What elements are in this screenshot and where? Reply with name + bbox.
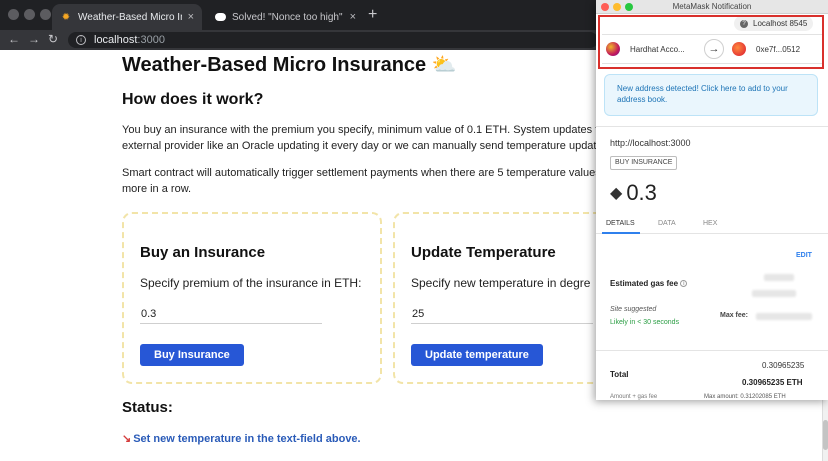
premium-label: Specify premium of the insurance in ETH: bbox=[140, 276, 362, 290]
tab-nonce-article[interactable]: Solved! "Nonce too high" erro × bbox=[206, 4, 364, 30]
medium-icon bbox=[214, 11, 226, 23]
redacted-value bbox=[756, 313, 812, 320]
minimize-window-button[interactable] bbox=[24, 9, 35, 20]
close-window-button[interactable] bbox=[601, 3, 609, 11]
tab-data[interactable]: DATA bbox=[658, 220, 676, 227]
back-icon[interactable]: ← bbox=[8, 32, 20, 46]
likely-time-label: Likely in < 30 seconds bbox=[610, 319, 680, 326]
divider bbox=[596, 350, 828, 351]
temperature-label: Specify new temperature in degre bbox=[411, 276, 591, 290]
address-bar[interactable]: i localhost:3000 bbox=[68, 32, 598, 48]
site-origin: http://localhost:3000 bbox=[610, 138, 691, 148]
close-tab-icon[interactable]: × bbox=[188, 11, 194, 23]
gas-fee-label-text: Estimated gas fee bbox=[610, 279, 679, 288]
edit-gas-link[interactable]: EDIT bbox=[796, 252, 812, 259]
buy-insurance-button[interactable]: Buy Insurance bbox=[140, 344, 244, 366]
forward-icon[interactable]: → bbox=[28, 32, 40, 46]
tab-title: Solved! "Nonce too high" erro bbox=[232, 11, 344, 23]
active-tab-indicator bbox=[602, 232, 640, 234]
how-heading: How does it work? bbox=[122, 91, 264, 108]
sun-icon: ✹ bbox=[61, 11, 71, 23]
status-hint-text: Set new temperature in the text-field ab… bbox=[133, 433, 361, 445]
sun-cloud-icon: ⛅ bbox=[431, 54, 457, 76]
tab-hex[interactable]: HEX bbox=[703, 220, 717, 227]
site-suggested-label: Site suggested bbox=[610, 306, 657, 313]
description-line: more in a row. bbox=[122, 183, 192, 195]
card-title: Buy an Insurance bbox=[140, 244, 266, 261]
update-temperature-button[interactable]: Update temperature bbox=[411, 344, 543, 366]
status-heading: Status: bbox=[122, 399, 173, 416]
new-tab-icon[interactable]: + bbox=[368, 6, 377, 24]
gas-fee-label: Estimated gas fee i bbox=[610, 279, 688, 288]
tab-weather-insurance[interactable]: ✹ Weather-Based Micro Insuranc × bbox=[52, 4, 202, 30]
info-icon[interactable]: i bbox=[76, 35, 86, 45]
tab-title: Weather-Based Micro Insuranc bbox=[78, 11, 182, 23]
metamask-tabs: DETAILS DATA HEX bbox=[596, 214, 828, 234]
close-tab-icon[interactable]: × bbox=[350, 11, 356, 23]
page-title-text: Weather-Based Micro Insurance bbox=[122, 54, 427, 76]
redacted-value bbox=[752, 290, 796, 297]
transaction-amount: ◆ 0.3 bbox=[610, 180, 657, 206]
minimize-window-button[interactable] bbox=[613, 3, 621, 11]
ethereum-icon: ◆ bbox=[610, 185, 623, 202]
description-line: Smart contract will automatically trigge… bbox=[122, 167, 610, 179]
temperature-input[interactable] bbox=[411, 304, 593, 324]
max-amount-label: Max amount: 0.31202085 ETH bbox=[704, 394, 786, 400]
maximize-window-button[interactable] bbox=[40, 9, 51, 20]
arrow-icon: ↘ bbox=[122, 433, 132, 445]
amount-value: 0.3 bbox=[626, 180, 657, 205]
browser-window: ✹ Weather-Based Micro Insuranc × Solved!… bbox=[0, 0, 828, 461]
description-line: You buy an insurance with the premium yo… bbox=[122, 124, 620, 136]
scrollbar-thumb[interactable] bbox=[823, 420, 828, 450]
close-window-button[interactable] bbox=[8, 9, 19, 20]
divider bbox=[596, 126, 828, 127]
highlight-box bbox=[598, 15, 824, 69]
url-host: localhost bbox=[94, 34, 138, 46]
tab-details[interactable]: DETAILS bbox=[606, 220, 635, 227]
total-eth: 0.30965235 ETH bbox=[742, 378, 803, 387]
method-badge: BUY INSURANCE bbox=[610, 156, 678, 170]
total-value: 0.30965235 bbox=[762, 361, 805, 370]
reload-icon[interactable]: ↻ bbox=[48, 32, 58, 46]
redacted-value bbox=[764, 274, 794, 281]
new-address-banner[interactable]: New address detected! Click here to add … bbox=[604, 74, 818, 116]
metamask-popup: MetaMask Notification ? Localhost 8545 H… bbox=[596, 0, 828, 400]
amount-gas-label: Amount + gas fee bbox=[610, 394, 658, 400]
card-title: Update Temperature bbox=[411, 244, 556, 261]
max-fee-label: Max fee: bbox=[720, 312, 749, 319]
status-hint: ↘ Set new temperature in the text-field a… bbox=[122, 432, 361, 445]
info-icon[interactable]: i bbox=[680, 280, 688, 288]
total-label: Total bbox=[610, 370, 629, 379]
maximize-window-button[interactable] bbox=[625, 3, 633, 11]
buy-insurance-card: Buy an Insurance Specify premium of the … bbox=[122, 212, 382, 384]
page-title: Weather-Based Micro Insurance ⛅ bbox=[122, 52, 457, 77]
premium-input[interactable] bbox=[140, 304, 322, 324]
url-port: :3000 bbox=[137, 34, 165, 46]
description-line: external provider like an Oracle updatin… bbox=[122, 140, 612, 152]
